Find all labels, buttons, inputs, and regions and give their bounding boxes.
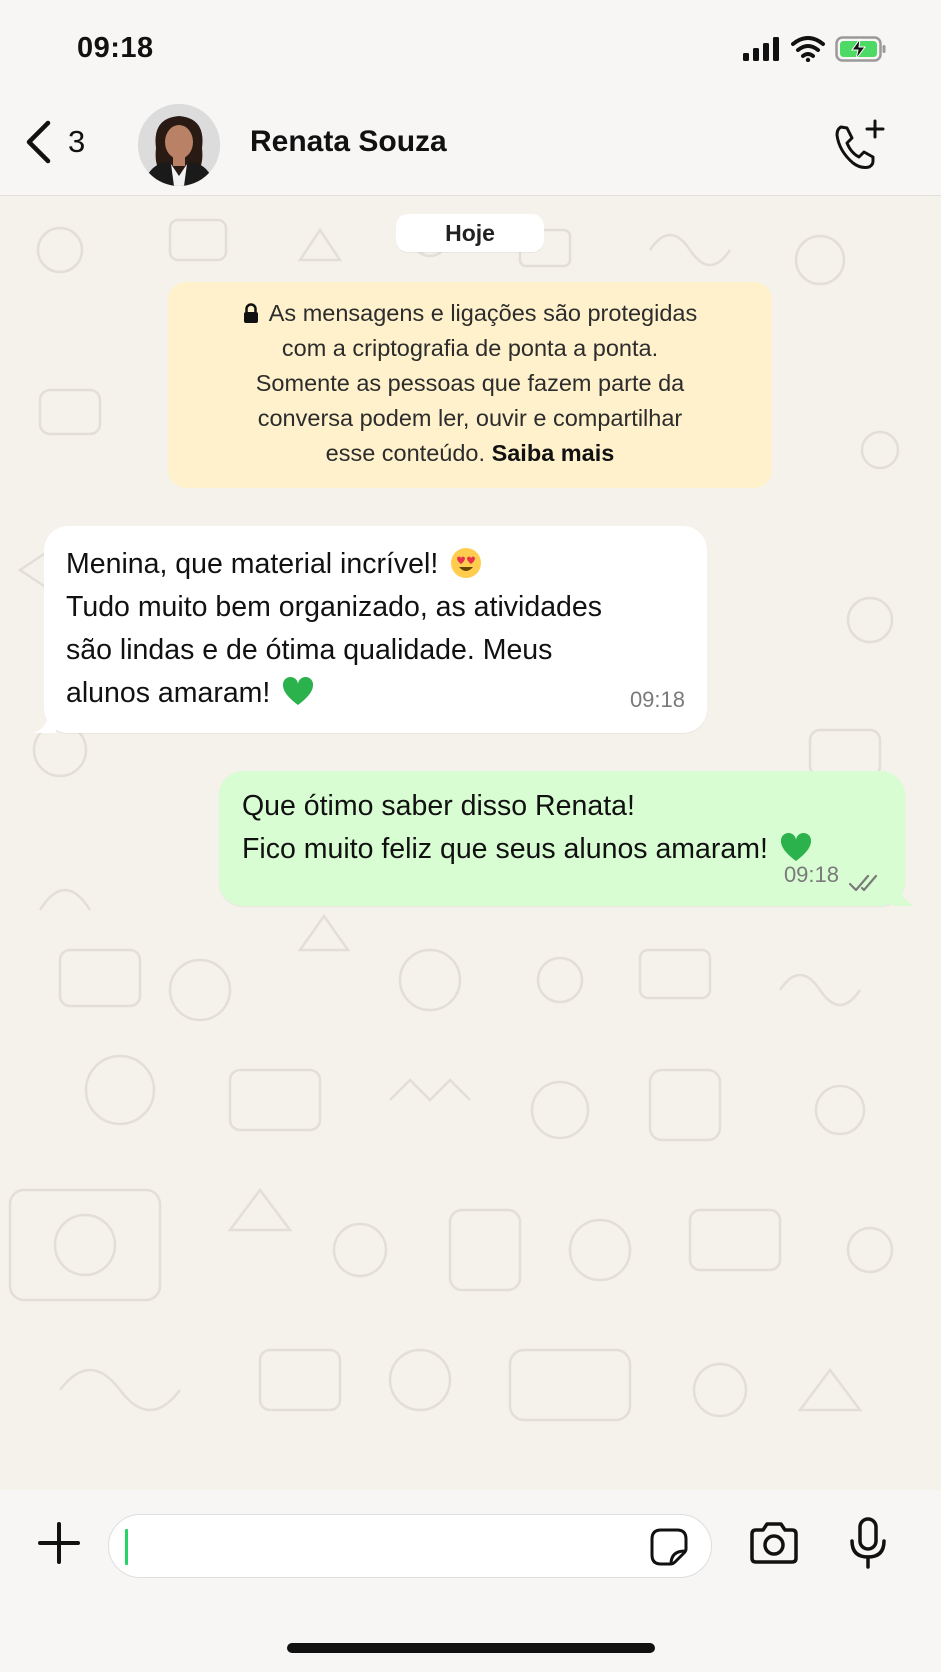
contact-name[interactable]: Renata Souza	[250, 125, 447, 159]
notice-text-line: esse conteúdo.	[325, 440, 486, 466]
bubble-tail	[893, 886, 915, 906]
avatar-photo	[138, 104, 220, 186]
message-time: 09:18	[783, 862, 839, 887]
battery-charging-icon	[835, 36, 886, 62]
microphone-icon	[850, 1517, 886, 1569]
notice-text-line: com a criptografia de ponta a ponta.	[281, 335, 659, 361]
microphone-button[interactable]	[848, 1517, 888, 1569]
outgoing-message-bubble[interactable]: Que ótimo saber disso Renata! Fico muito…	[219, 771, 915, 906]
notice-line: esse conteúdo. Saiba mais	[184, 436, 756, 471]
encryption-notice[interactable]: As mensagens e ligações são protegidas c…	[168, 282, 772, 488]
unread-count: 3	[68, 124, 86, 159]
message-text: Que ótimo saber disso Renata!	[242, 790, 635, 822]
message-input[interactable]	[108, 1514, 712, 1578]
status-bar: 09:18	[0, 0, 941, 95]
notice-text-line: Somente as pessoas que fazem parte da	[255, 370, 685, 396]
message-time: 09:18	[629, 687, 685, 712]
bubble-tail	[34, 713, 56, 733]
status-icons	[743, 34, 887, 64]
back-button[interactable]: 3	[24, 117, 85, 167]
text-caret	[125, 1529, 128, 1565]
camera-button[interactable]	[748, 1520, 800, 1566]
contact-avatar[interactable]	[138, 104, 220, 186]
phone-plus-icon	[835, 119, 885, 169]
learn-more-link[interactable]: Saiba mais	[492, 440, 615, 466]
camera-icon	[750, 1522, 798, 1564]
message-text: alunos amaram!	[66, 677, 271, 709]
message-text: são lindas e de ótima qualidade. Meus	[66, 634, 553, 666]
cellular-signal-icon	[743, 37, 779, 61]
add-call-button[interactable]	[831, 117, 887, 173]
status-time: 09:18	[77, 32, 154, 64]
green-heart-emoji-icon	[283, 676, 314, 705]
chevron-left-icon	[26, 120, 51, 164]
message-text: Fico muito feliz que seus alunos amaram!	[242, 833, 768, 865]
chat-screen: 09:18 3 Renata Souza Hoje As mensagens e…	[0, 0, 941, 1672]
double-check-icon	[849, 874, 878, 892]
attach-button[interactable]	[36, 1520, 82, 1566]
plus-icon	[38, 1522, 80, 1564]
home-indicator[interactable]	[287, 1643, 655, 1653]
lock-icon	[243, 303, 258, 323]
wifi-icon	[791, 36, 825, 62]
message-line: alunos amaram!	[66, 672, 687, 715]
incoming-message-bubble[interactable]: Menina, que material incrível! Tudo muit…	[34, 526, 707, 733]
notice-line: As mensagens e ligações são protegidas	[184, 296, 756, 331]
message-line: Menina, que material incrível!	[66, 543, 687, 586]
sticker-icon	[650, 1528, 688, 1566]
sticker-button[interactable]	[649, 1527, 689, 1567]
message-text: Menina, que material incrível!	[66, 548, 439, 580]
composer-bar	[0, 1490, 941, 1672]
date-chip: Hoje	[396, 214, 544, 252]
chat-header: 3 Renata Souza	[0, 95, 941, 196]
notice-text-line: As mensagens e ligações são protegidas	[268, 300, 698, 326]
heart-eyes-emoji-icon	[451, 548, 482, 578]
message-text: Tudo muito bem organizado, as atividades	[66, 591, 603, 623]
notice-text-line: conversa podem ler, ouvir e compartilhar	[257, 405, 683, 431]
